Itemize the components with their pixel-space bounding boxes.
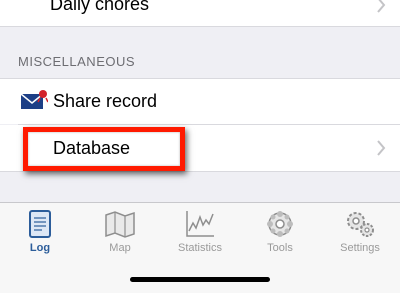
tab-label-tools: Tools	[267, 242, 293, 254]
tab-map[interactable]: Map	[80, 209, 160, 269]
tab-label-settings: Settings	[340, 242, 380, 254]
list-item-share-record[interactable]: Share record	[0, 79, 400, 124]
settings-gears-icon	[347, 212, 374, 237]
section-header-miscellaneous: MISCELLANEOUS	[18, 54, 136, 69]
log-book-icon	[29, 210, 51, 238]
list-item-daily-chores[interactable]: Daily chores	[0, 0, 400, 26]
home-indicator[interactable]	[130, 277, 270, 282]
tab-settings[interactable]: Settings	[320, 209, 400, 269]
statistics-chart-icon	[186, 211, 214, 237]
divider	[0, 171, 400, 172]
database-highlight-box	[23, 127, 185, 171]
divider	[0, 26, 400, 27]
share-envelope-icon	[20, 90, 48, 109]
tab-label-statistics: Statistics	[177, 242, 222, 254]
tab-tools[interactable]: Tools	[240, 209, 320, 269]
map-icon	[105, 211, 135, 238]
daily-chores-label: Daily chores	[50, 0, 150, 14]
share-record-label: Share record	[53, 91, 158, 111]
chevron-right-icon	[377, 0, 386, 13]
tab-label-map: Map	[109, 242, 131, 254]
tab-log[interactable]: Log	[0, 209, 80, 269]
tab-statistics[interactable]: Statistics	[160, 209, 240, 269]
tools-gear-icon	[267, 211, 293, 237]
tab-label-log: Log	[29, 242, 51, 254]
chevron-right-icon	[377, 140, 386, 156]
